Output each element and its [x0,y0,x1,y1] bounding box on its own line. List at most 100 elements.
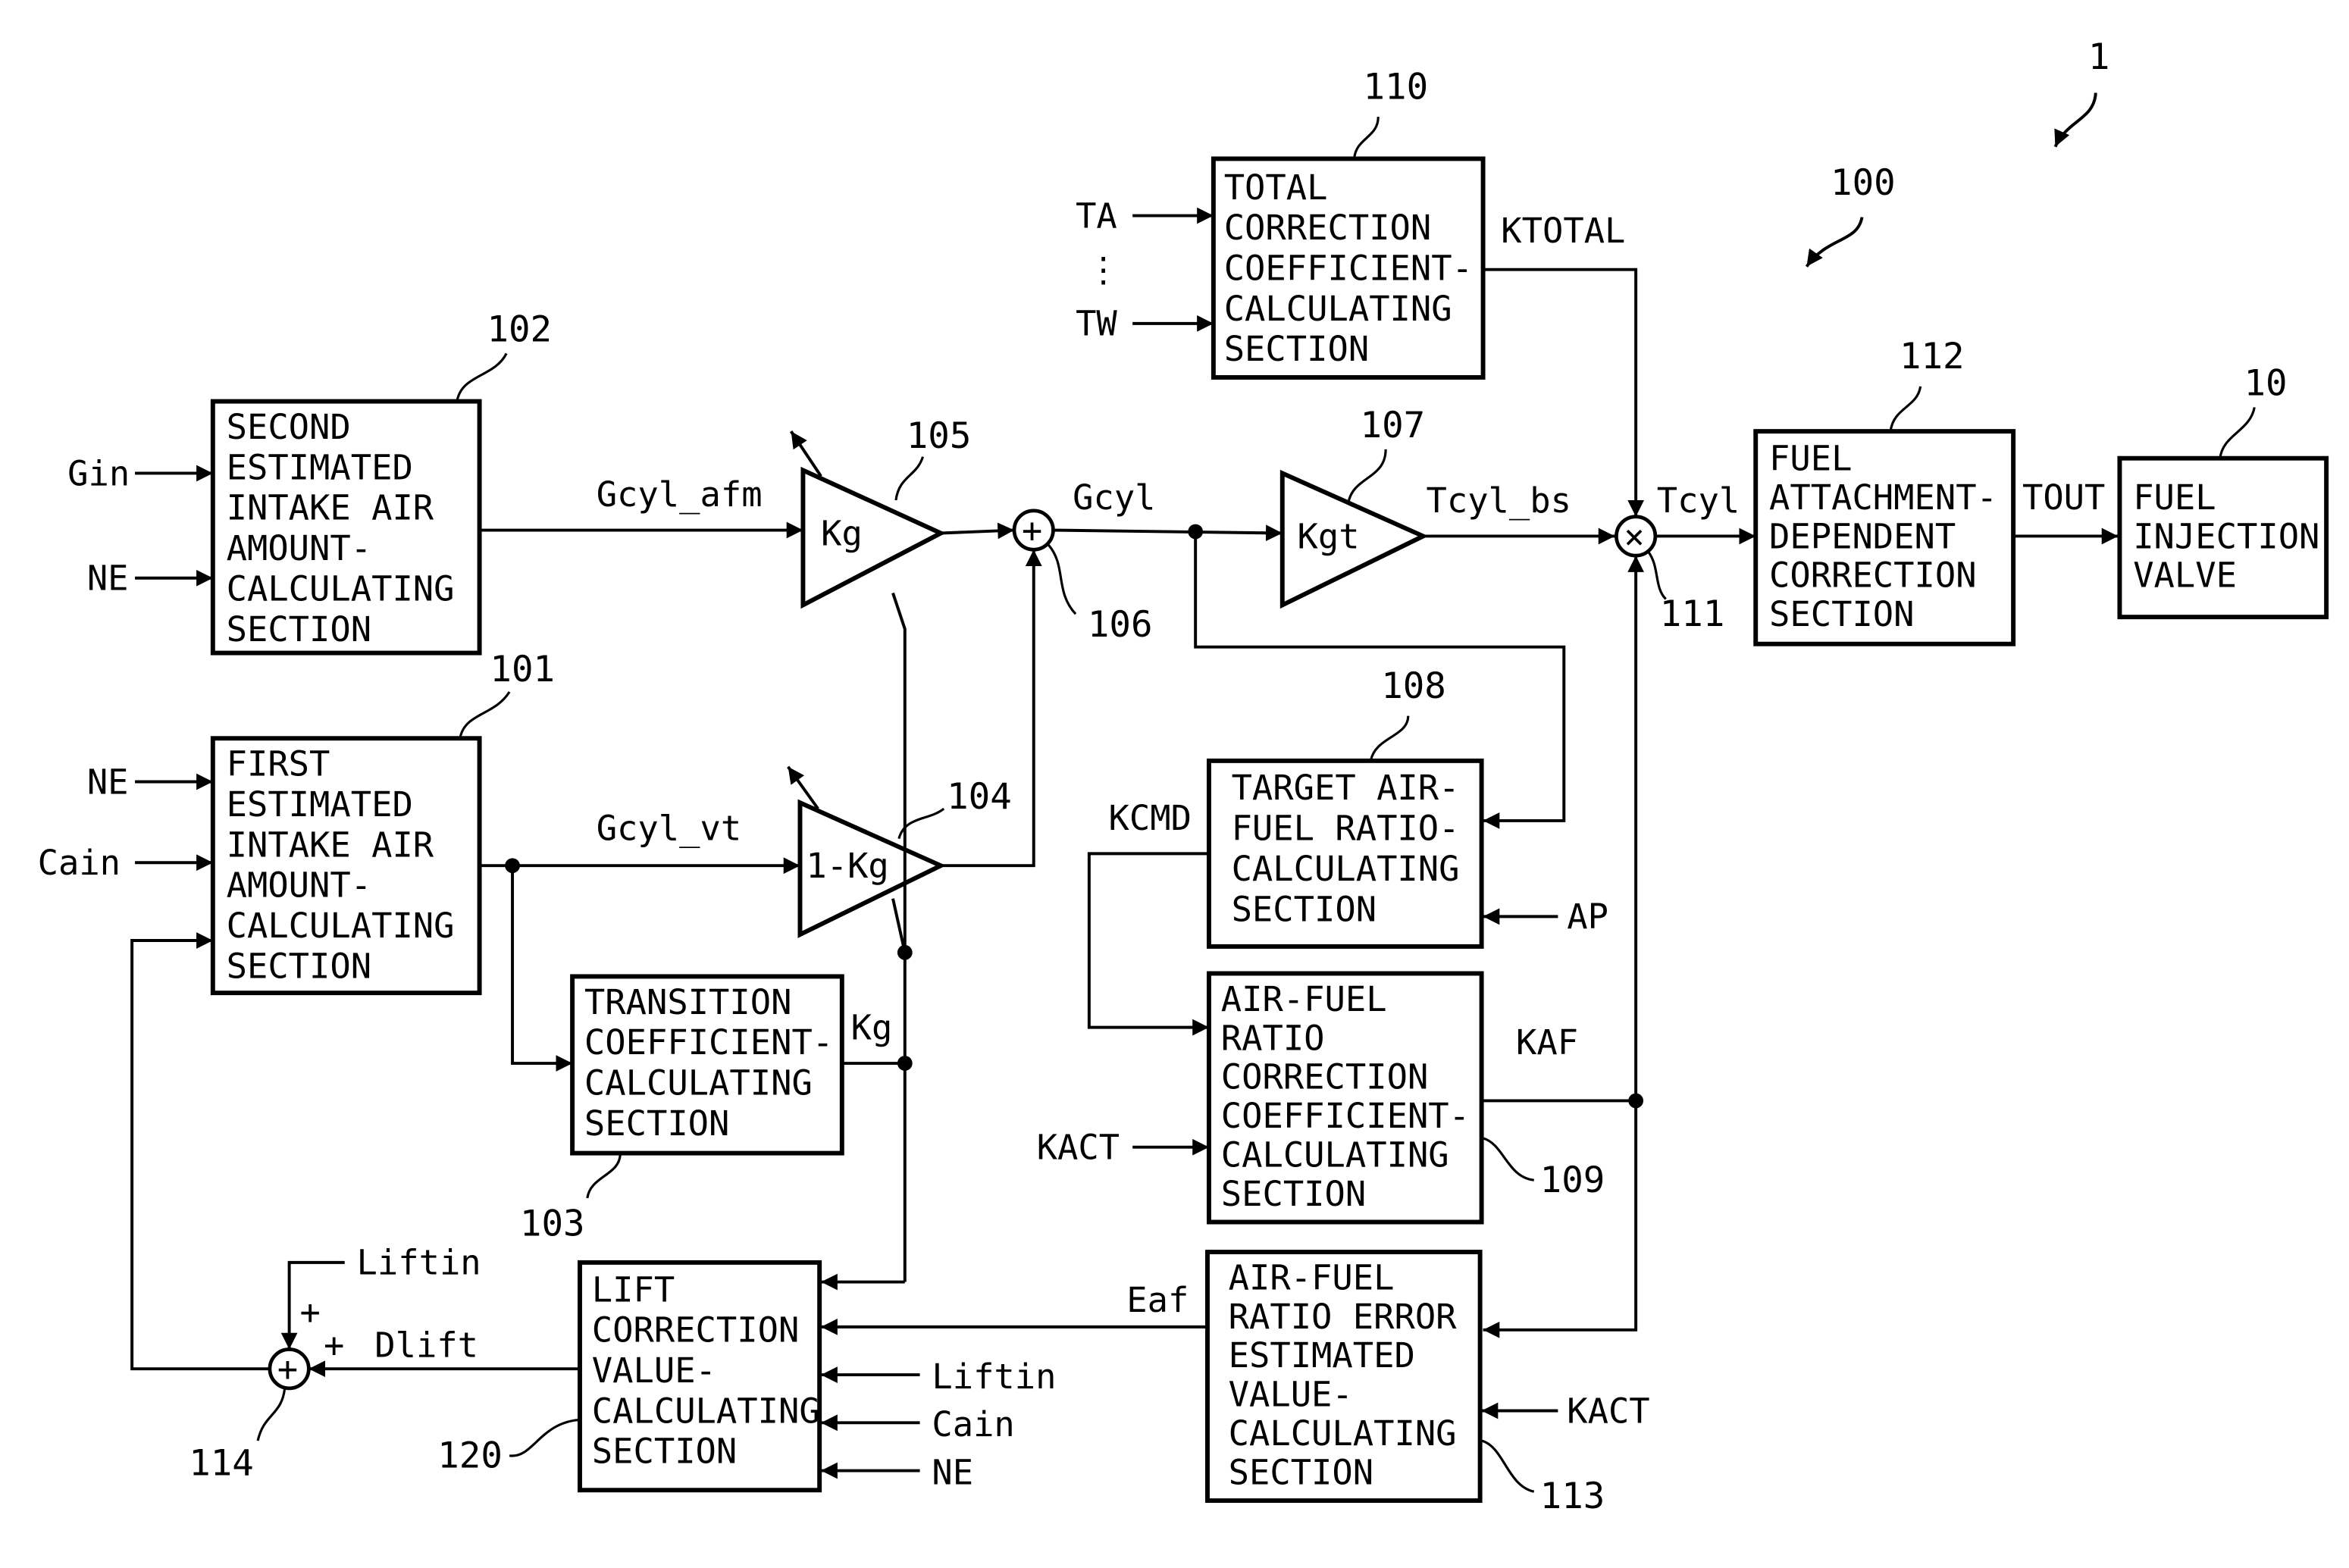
transition-coefficient-block: TRANSITION COEFFICIENT- CALCULATING SECT… [570,974,844,1156]
fuel-attachment-dependent-correction-block: FUEL ATTACHMENT- DEPENDENT CORRECTION SE… [1753,429,2016,646]
svg-text:Kgt: Kgt [1298,516,1360,556]
signal-gcyl: Gcyl [1073,477,1155,518]
signal-ellipsis: ⋮ [1086,250,1120,290]
svg-text:COEFFICIENT-: COEFFICIENT- [1221,1096,1470,1136]
svg-text:CALCULATING: CALCULATING [1232,849,1460,889]
signal-gin: Gin [67,453,130,493]
svg-text:FIRST: FIRST [227,744,330,784]
svg-text:Kg: Kg [821,513,863,553]
svg-text:FUEL: FUEL [1769,439,1852,479]
leader-113 [1481,1439,1535,1493]
svg-text:INTAKE AIR: INTAKE AIR [227,488,434,528]
svg-text:100: 100 [1831,162,1896,204]
svg-text:SECTION: SECTION [1224,329,1370,369]
signal-dlift: Dlift [374,1325,478,1365]
svg-text:CALCULATING: CALCULATING [592,1391,820,1431]
svg-text:INTAKE AIR: INTAKE AIR [227,825,434,865]
svg-text:FUEL RATIO-: FUEL RATIO- [1232,809,1460,849]
svg-text:ESTIMATED: ESTIMATED [227,784,413,825]
ref-114: 114 [189,1442,254,1484]
leader-108 [1369,715,1410,762]
svg-text:CALCULATING: CALCULATING [584,1063,813,1103]
signal-kcmd: KCMD [1109,798,1192,838]
ref-103: 103 [520,1203,585,1244]
svg-text:CALCULATING: CALCULATING [227,906,455,946]
svg-text:RATIO ERROR: RATIO ERROR [1229,1297,1458,1337]
signal-ne-120: NE [932,1452,973,1492]
signal-ta: TA [1076,196,1117,236]
svg-text:SECTION: SECTION [227,609,372,649]
leader-120 [509,1418,581,1457]
multiplier-111: × [1615,515,1658,558]
leader-105 [894,456,925,501]
first-estimated-intake-air-amount-block: FIRST ESTIMATED INTAKE AIR AMOUNT- CALCU… [210,736,482,996]
ref-101: 101 [490,649,555,690]
fuel-injection-valve-block: FUEL INJECTION VALVE [2117,455,2329,620]
signal-cain-101: Cain [38,843,121,883]
svg-text:SECTION: SECTION [1769,594,1915,634]
ref-106: 106 [1088,604,1153,646]
adder-106: + [1012,509,1055,552]
leader-107 [1347,449,1387,504]
amplifier-105-kg: Kg [789,430,946,609]
svg-text:INJECTION: INJECTION [2133,516,2319,556]
ref-110: 110 [1363,66,1428,108]
wire-104-to-106 [941,549,1042,868]
svg-text:AMOUNT-: AMOUNT- [227,528,372,568]
svg-text:COEFFICIENT-: COEFFICIENT- [1224,249,1473,289]
ref-120: 120 [437,1435,503,1477]
signal-cain-120: Cain [932,1404,1014,1444]
signal-gcyl-vt: Gcyl_vt [597,809,742,849]
signal-ne-102: NE [87,559,129,599]
svg-text:+: + [324,1325,344,1365]
svg-text:SECTION: SECTION [584,1103,730,1144]
svg-text:CORRECTION: CORRECTION [1224,208,1432,248]
wire-114-to-101 [130,932,270,1371]
svg-text:LIFT: LIFT [592,1269,675,1310]
signal-ktotal: KTOTAL [1501,211,1625,251]
wire-105-to-106 [941,522,1015,540]
lift-correction-value-block: LIFT CORRECTION VALUE- CALCULATING SECTI… [578,1260,822,1493]
svg-text:TRANSITION: TRANSITION [584,982,792,1022]
svg-text:CALCULATING: CALCULATING [1224,289,1452,329]
svg-text:FUEL: FUEL [2133,477,2216,518]
svg-text:SECTION: SECTION [1229,1452,1374,1492]
signal-kaf: KAF [1516,1022,1578,1063]
svg-text:+: + [1022,510,1042,550]
svg-text:+: + [277,1349,298,1389]
svg-text:VALUE-: VALUE- [1229,1375,1353,1415]
signal-ap: AP [1567,897,1608,937]
svg-text:AIR-FUEL: AIR-FUEL [1221,979,1387,1019]
signal-eaf: Eaf [1126,1280,1189,1320]
svg-text:CALCULATING: CALCULATING [1221,1135,1449,1175]
signal-tw: TW [1076,304,1117,344]
ref-10: 10 [2244,363,2287,405]
block-diagram: 1 100 SECOND ESTIMATED INTAKE AIR AMOUNT… [38,36,2329,1517]
adder-114: + + + [268,1292,344,1391]
svg-text:VALVE: VALVE [2133,556,2237,596]
svg-text:VALUE-: VALUE- [592,1350,716,1391]
svg-text:ESTIMATED: ESTIMATED [227,447,413,487]
leader-111 [1646,550,1667,600]
svg-text:CORRECTION: CORRECTION [1221,1057,1429,1097]
leader-114 [256,1388,287,1441]
second-estimated-intake-air-amount-block: SECOND ESTIMATED INTAKE AIR AMOUNT- CALC… [210,399,482,656]
leader-101 [459,691,511,739]
signal-tcyl: Tcyl [1657,480,1740,521]
ref-111: 111 [1660,593,1725,635]
svg-text:AMOUNT-: AMOUNT- [227,865,372,906]
signal-liftin-114: Liftin [357,1243,481,1283]
signal-tout: TOUT [2022,477,2105,518]
svg-text:CORRECTION: CORRECTION [1769,556,1977,596]
svg-text:SECTION: SECTION [592,1432,738,1472]
svg-text:1: 1 [2088,36,2110,78]
wire-gcyl [1053,524,1283,542]
ref-107: 107 [1361,405,1426,446]
signal-liftin-120: Liftin [932,1357,1056,1397]
amplifier-104-one-minus-kg: 1-Kg [787,765,947,938]
total-correction-coefficient-block: TOTAL CORRECTION COEFFICIENT- CALCULATIN… [1211,156,1486,380]
svg-text:COEFFICIENT-: COEFFICIENT- [584,1022,833,1063]
ref-102: 102 [487,309,552,351]
leader-103 [586,1153,622,1199]
svg-text:SECTION: SECTION [227,946,372,986]
